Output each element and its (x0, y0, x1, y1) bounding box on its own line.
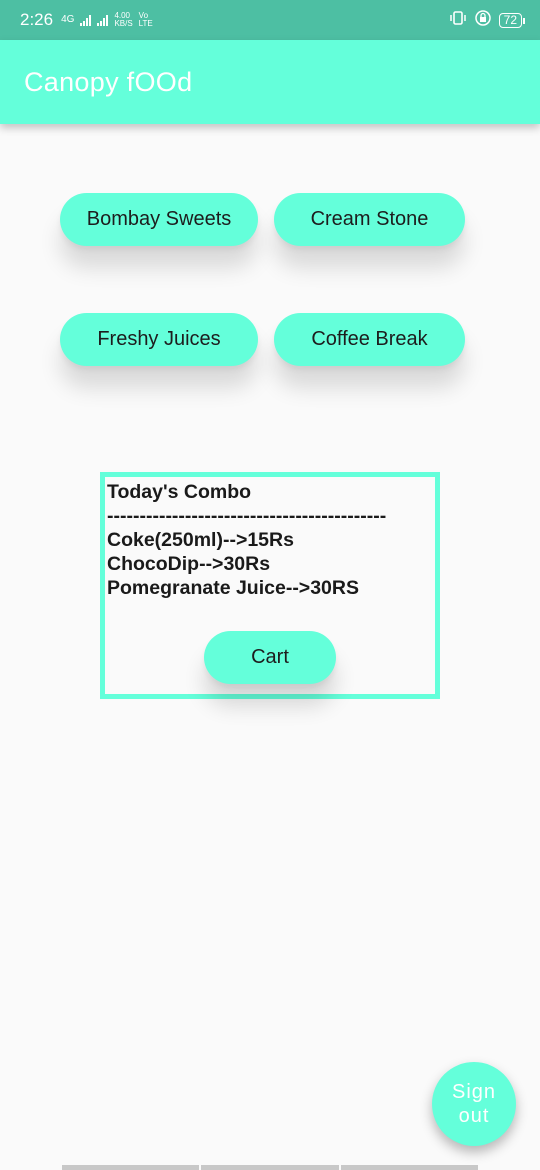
network-indicators: 4G 4.00 KB/S Vo LTE (61, 12, 153, 28)
coffee-break-button[interactable]: Coffee Break (274, 313, 465, 366)
sign-out-button[interactable]: Sign out (432, 1062, 516, 1146)
navigation-bar (62, 1165, 478, 1170)
bombay-sweets-button[interactable]: Bombay Sweets (60, 193, 258, 246)
combo-text: Today's Combo --------------------------… (107, 480, 435, 600)
todays-combo-card: Today's Combo --------------------------… (100, 472, 440, 699)
vibrate-icon (449, 10, 467, 31)
app-bar: Canopy fOOd (0, 40, 540, 124)
status-right: 72 (449, 9, 526, 31)
signal-icon (80, 14, 92, 26)
status-left: 2:26 4G 4.00 KB/S Vo LTE (20, 10, 153, 30)
sign-out-line2: out (458, 1105, 490, 1127)
battery-icon: 72 (498, 12, 526, 28)
lock-rotation-icon (474, 9, 491, 31)
signal-icon-secondary (97, 14, 109, 26)
battery-level: 72 (503, 12, 517, 27)
freshy-juices-button[interactable]: Freshy Juices (60, 313, 258, 366)
app-title: Canopy fOOd (24, 66, 193, 97)
combo-divider: ----------------------------------------… (107, 505, 387, 527)
network-type-label: 4G (61, 14, 75, 25)
volte-bottom: LTE (138, 19, 153, 28)
sign-out-label: Sign out (452, 1080, 496, 1128)
status-bar: 2:26 4G 4.00 KB/S Vo LTE 72 (0, 0, 540, 40)
nav-segment (341, 1165, 478, 1170)
combo-item: ChocoDip-->30Rs (107, 553, 271, 575)
volte-indicator: Vo LTE (139, 12, 153, 28)
status-time: 2:26 (20, 10, 54, 29)
combo-heading: Today's Combo (107, 481, 252, 503)
cart-button[interactable]: Cart (204, 631, 336, 684)
combo-item: Pomegranate Juice-->30RS (107, 577, 359, 599)
combo-item: Coke(250ml)-->15Rs (107, 529, 294, 551)
network-speed-unit: KB/S (114, 19, 133, 28)
nav-segment (201, 1165, 341, 1170)
nav-segment (62, 1165, 202, 1170)
cream-stone-button[interactable]: Cream Stone (274, 193, 465, 246)
sign-out-line1: Sign (451, 1081, 497, 1103)
network-speed: 4.00 KB/S (114, 12, 132, 28)
